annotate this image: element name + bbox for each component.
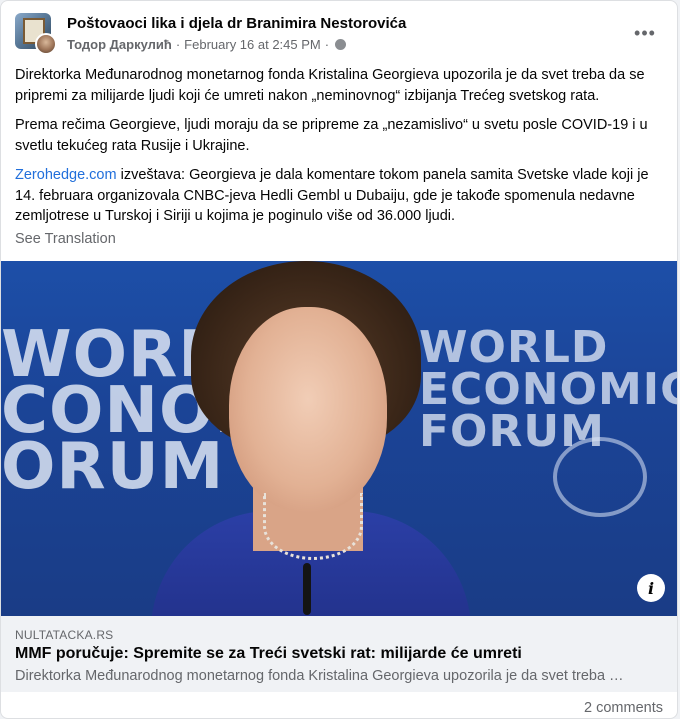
group-name[interactable]: Poštovaoci lika i djela dr Branimira Nes… <box>67 15 406 32</box>
post-meta: Тодор Даркулић · February 16 at 2:45 PM … <box>67 37 347 52</box>
info-icon[interactable]: i <box>637 574 665 602</box>
post-timestamp[interactable]: February 16 at 2:45 PM <box>184 37 321 52</box>
post-header: Poštovaoci lika i djela dr Branimira Nes… <box>15 13 663 57</box>
wef-backdrop-text-right: WORLD ECONOMIC FORUM <box>419 326 677 454</box>
microphone <box>303 563 311 615</box>
post-card: Poštovaoci lika i djela dr Branimira Nes… <box>0 0 678 719</box>
author-name[interactable]: Тодор Даркулић <box>67 37 172 52</box>
see-translation-link[interactable]: See Translation <box>15 231 116 247</box>
group-avatar[interactable] <box>15 13 57 55</box>
person-necklace <box>263 493 363 560</box>
link-preview[interactable]: NULTATACKA.RS MMF poručuje: Spremite se … <box>1 616 677 692</box>
post-paragraph-1: Direktorka Međunarodnog monetarnog fonda… <box>15 67 645 104</box>
post-paragraph-3: Zerohedge.com izveštava: Georgieva je da… <box>15 165 665 227</box>
link-domain: NULTATACKA.RS <box>15 628 114 642</box>
zerohedge-link[interactable]: Zerohedge.com <box>15 167 117 183</box>
meta-separator-2: · <box>324 37 330 52</box>
author-avatar[interactable] <box>35 33 57 55</box>
person-face <box>229 307 387 512</box>
post-body: Direktorka Međunarodnog monetarnog fonda… <box>15 65 665 236</box>
meta-separator: · <box>175 37 181 52</box>
link-description: Direktorka Međunarodnog monetarnog fonda… <box>15 668 624 684</box>
more-options-button[interactable]: ••• <box>627 19 663 47</box>
post-footer: 2 comments <box>1 692 677 718</box>
link-title[interactable]: MMF poručuje: Spremite se za Treći svets… <box>15 645 522 663</box>
post-paragraph-2: Prema rečima Georgieve, ljudi moraju da … <box>15 117 648 154</box>
wef-right-text: WORLD ECONOMIC FORUM <box>419 322 678 457</box>
wef-logo-ring <box>553 437 647 517</box>
comments-count[interactable]: 2 comments <box>584 700 663 716</box>
globe-icon <box>335 39 347 50</box>
link-preview-image[interactable]: WORLD CONOMIC ORUM WORLD ECONOMIC FORUM … <box>1 261 677 616</box>
